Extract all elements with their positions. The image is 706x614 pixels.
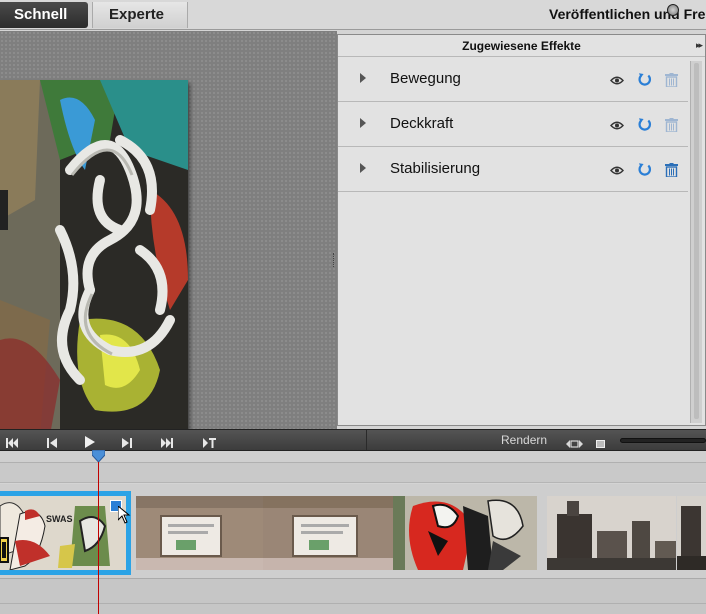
expand-chevron-icon[interactable] — [360, 163, 366, 173]
tab-schnell[interactable]: Schnell — [0, 2, 88, 28]
panel-scrollbar[interactable] — [690, 61, 702, 423]
clip-thumbnail-5[interactable] — [547, 496, 676, 570]
clip-thumbnail-2[interactable] — [136, 496, 263, 570]
effect-row-deckkraft[interactable]: Deckkraft — [338, 102, 688, 147]
transport-bar: Rendern — [0, 429, 706, 451]
graffiti-frame-image — [0, 80, 188, 435]
applied-effects-panel: Zugewiesene Effekte ▸▸ Bewegung Deckkraf… — [337, 34, 706, 426]
render-button[interactable]: Rendern — [501, 433, 547, 447]
step-forward-icon[interactable] — [122, 435, 132, 451]
zoom-out-icon[interactable] — [596, 436, 605, 452]
expand-chevron-icon[interactable] — [360, 118, 366, 128]
sign-clip-thumbnail — [136, 496, 263, 570]
panel-menu-icon[interactable]: ▸▸ — [696, 40, 703, 51]
trash-icon[interactable] — [665, 118, 678, 132]
audio-track — [0, 578, 706, 614]
effect-label: Bewegung — [390, 70, 461, 87]
buildings-clip-thumbnail — [677, 496, 706, 570]
effect-label: Stabilisierung — [390, 160, 481, 177]
eye-icon[interactable] — [610, 121, 624, 130]
trash-icon[interactable] — [665, 163, 678, 177]
eye-icon[interactable] — [610, 76, 624, 85]
effect-row-bewegung[interactable]: Bewegung — [338, 57, 688, 102]
publish-menu[interactable]: Veröffentlichen und Frei — [549, 6, 706, 22]
panel-resize-handle[interactable] — [333, 253, 336, 267]
preview-monitor — [0, 31, 337, 435]
transport-separator — [366, 430, 367, 450]
reset-icon[interactable] — [637, 72, 652, 87]
mode-bar: Schnell Experte Veröffentlichen und Frei — [0, 0, 706, 30]
zoom-slider-handle[interactable] — [667, 4, 679, 16]
trash-icon[interactable] — [665, 73, 678, 87]
clip-thumbnail-6[interactable] — [677, 496, 706, 570]
buildings-clip-thumbnail — [547, 496, 676, 570]
clip-thumbnail-4[interactable] — [393, 496, 537, 570]
track-divider — [0, 603, 706, 604]
eye-icon[interactable] — [610, 166, 624, 175]
step-back-icon[interactable] — [47, 435, 57, 451]
panel-title: Zugewiesene Effekte — [338, 35, 705, 57]
clip-thumbnail-3[interactable] — [263, 496, 393, 570]
playhead-line — [98, 452, 99, 614]
reset-icon[interactable] — [637, 117, 652, 132]
playhead-handle[interactable] — [92, 450, 105, 462]
graffiti-red-clip-thumbnail — [393, 496, 537, 570]
reset-icon[interactable] — [637, 162, 652, 177]
mouse-cursor-icon — [118, 506, 131, 524]
play-icon[interactable] — [85, 434, 95, 450]
split-clip-icon[interactable] — [203, 435, 216, 451]
expand-chevron-icon[interactable] — [360, 73, 366, 83]
go-to-end-icon[interactable] — [161, 435, 173, 451]
zoom-slider-track[interactable] — [620, 438, 706, 443]
go-to-start-icon[interactable] — [6, 435, 18, 451]
tab-experte[interactable]: Experte — [92, 2, 188, 28]
sign-clip-thumbnail — [263, 496, 393, 570]
effect-label: Deckkraft — [390, 115, 454, 132]
effect-row-stabilisierung[interactable]: Stabilisierung — [338, 147, 688, 192]
timeline-ruler[interactable] — [0, 451, 706, 463]
fit-timeline-icon[interactable] — [566, 436, 583, 452]
timeline-band — [0, 463, 706, 483]
video-preview-frame — [0, 80, 188, 435]
